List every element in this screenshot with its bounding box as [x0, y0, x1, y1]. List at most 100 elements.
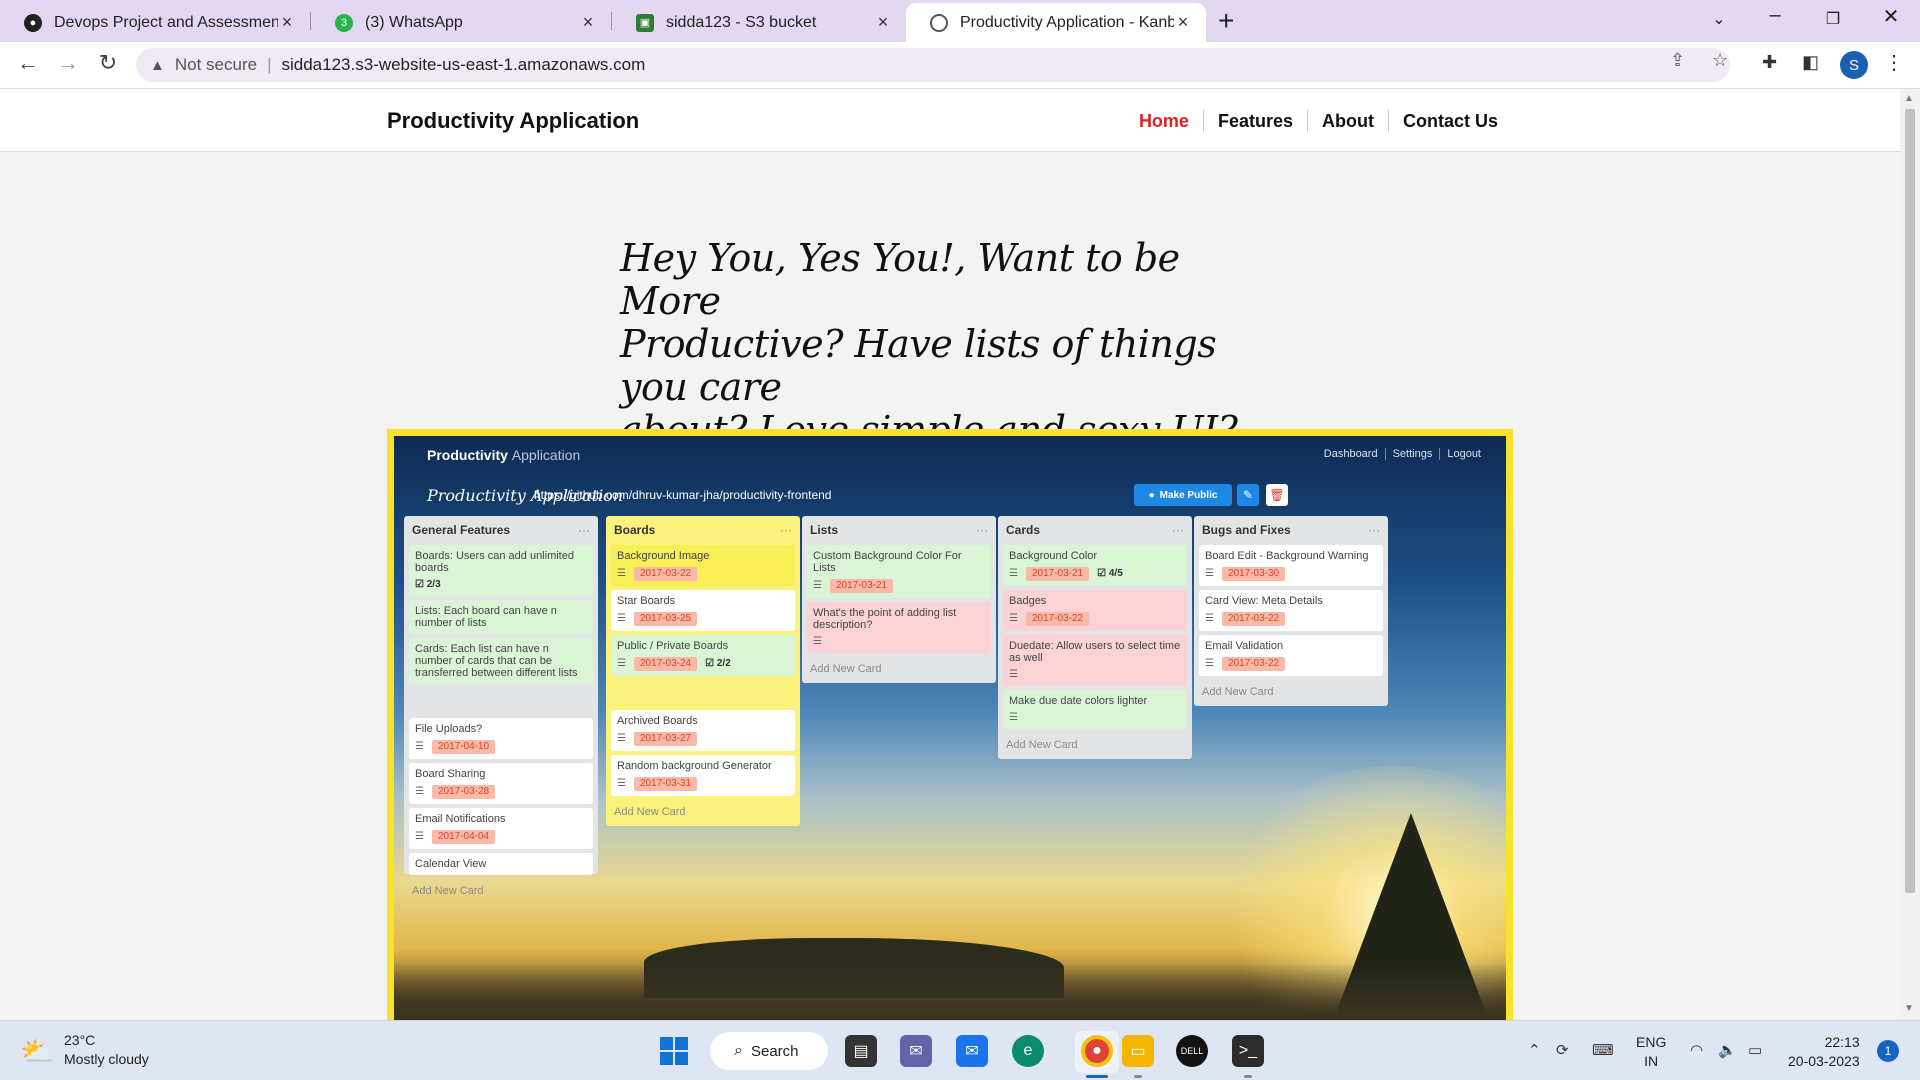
globe-icon	[930, 13, 948, 32]
tab-devops[interactable]: ● Devops Project and Assessment ×	[0, 3, 310, 42]
keyboard-icon[interactable]: ⌨	[1592, 1041, 1614, 1059]
clock-time: 22:13	[1824, 1034, 1860, 1050]
tab-whatsapp[interactable]: 3 (3) WhatsApp ×	[311, 3, 611, 42]
new-tab-button[interactable]: +	[1218, 5, 1234, 37]
security-label[interactable]: Not secure	[175, 55, 257, 75]
site-header: Productivity Application Home Features A…	[0, 89, 1900, 152]
kanban-card: Cards: Each list can have n number of ca…	[409, 638, 593, 684]
kanban-card: Archived Boards ☰ 2017-03-27	[611, 710, 795, 751]
wifi-icon[interactable]: ◠	[1690, 1041, 1703, 1059]
page-scrollbar[interactable]: ▲ ▼	[1900, 89, 1920, 1020]
card-text: Card View: Meta Details	[1205, 595, 1323, 607]
edge-browser-icon[interactable]: e	[1012, 1035, 1044, 1067]
weather-widget[interactable]: 23°C Mostly cloudy	[64, 1031, 149, 1069]
description-icon: ☰	[617, 778, 626, 789]
card-due-date: 2017-03-28	[431, 785, 496, 799]
scroll-up-arrow-icon[interactable]: ▲	[1904, 93, 1914, 104]
show-hidden-icons-chevron-icon[interactable]: ⌃	[1528, 1041, 1541, 1059]
volume-icon[interactable]: 🔈	[1718, 1041, 1737, 1059]
kanban-card: Random background Generator ☰ 2017-03-31	[611, 755, 795, 796]
nav-contact-us[interactable]: Contact Us	[1387, 110, 1512, 132]
restore-button[interactable]: ❐	[1810, 9, 1856, 29]
mail-icon[interactable]: ✉	[956, 1035, 988, 1067]
terminal-icon[interactable]: >_	[1232, 1035, 1264, 1067]
nav-about[interactable]: About	[1307, 110, 1388, 132]
teams-chat-icon[interactable]: ✉	[900, 1035, 932, 1067]
tab-productivity[interactable]: Productivity Application - Kanban ×	[906, 3, 1206, 42]
battery-icon[interactable]: ▭	[1748, 1041, 1762, 1059]
add-new-card-link: Add New Card	[412, 885, 484, 897]
language-indicator[interactable]: ENG IN	[1636, 1033, 1666, 1071]
list-header: Cards ···	[998, 516, 1192, 541]
nav-features[interactable]: Features	[1202, 110, 1307, 132]
forward-button[interactable]: →	[52, 50, 84, 76]
system-clock[interactable]: 22:13 20-03-2023	[1788, 1033, 1860, 1071]
scroll-down-arrow-icon[interactable]: ▼	[1904, 1003, 1914, 1014]
description-icon: ☰	[617, 733, 626, 744]
share-icon[interactable]: ⇪	[1670, 50, 1685, 71]
kanban-card: What's the point of adding list descript…	[807, 602, 991, 653]
description-icon: ☰	[1009, 669, 1018, 680]
tab-s3-bucket[interactable]: ▣ sidda123 - S3 bucket ×	[612, 3, 906, 42]
tab-search-chevron-icon[interactable]: ⌄	[1696, 9, 1742, 29]
notification-badge[interactable]: 1	[1877, 1040, 1899, 1062]
card-text: Background Color	[1009, 550, 1098, 562]
card-text: Archived Boards	[617, 715, 698, 727]
chrome-browser-icon[interactable]: ●	[1081, 1035, 1113, 1067]
app-link-logout: Logout	[1439, 448, 1488, 460]
chrome-active-indicator	[1086, 1075, 1108, 1078]
s3-icon: ▣	[636, 13, 654, 32]
kanban-card: Background Image ☰ 2017-03-22	[611, 545, 795, 586]
sync-icon[interactable]: ⟳	[1556, 1041, 1569, 1059]
scrollbar-thumb[interactable]	[1905, 109, 1915, 893]
kanban-card: Board Sharing ☰ 2017-03-28	[409, 763, 593, 804]
minimize-button[interactable]: –	[1752, 4, 1798, 27]
app-link-settings: Settings	[1384, 448, 1440, 460]
start-button[interactable]	[660, 1037, 688, 1065]
close-tab-icon[interactable]: ×	[579, 12, 597, 33]
kanban-card: Boards: Users can add unlimited boards ☑ …	[409, 545, 593, 596]
tab-title: Devops Project and Assessment	[54, 13, 278, 31]
reload-button[interactable]: ↻	[92, 50, 124, 76]
card-text: Star Boards	[617, 595, 676, 607]
card-text: Duedate: Allow users to select time as w…	[1009, 640, 1181, 664]
browser-menu-icon[interactable]: ⋮	[1884, 50, 1904, 75]
kanban-card: Public / Private Boards ☰ 2017-03-24 ☑ 2/2	[611, 635, 795, 676]
card-text: Email Notifications	[415, 813, 506, 825]
weather-condition: Mostly cloudy	[64, 1051, 149, 1067]
card-checklist: 2/3	[426, 579, 441, 590]
nav-home[interactable]: Home	[1125, 110, 1203, 132]
card-due-date: 2017-03-25	[633, 612, 698, 626]
url-text[interactable]: sidda123.s3-website-us-east-1.amazonaws.…	[281, 55, 645, 75]
description-icon: ☰	[617, 658, 626, 669]
close-tab-icon[interactable]: ×	[1174, 12, 1192, 33]
warning-icon[interactable]: ▲	[150, 57, 165, 74]
back-button[interactable]: ←	[12, 50, 44, 76]
browser-tab-bar: ● Devops Project and Assessment × 3 (3) …	[0, 0, 1920, 42]
task-view-icon[interactable]: ▤	[845, 1035, 877, 1067]
card-text: File Uploads?	[415, 723, 483, 735]
address-bar[interactable]: ▲ Not secure | sidda123.s3-website-us-ea…	[136, 48, 1730, 82]
weather-cloud-icon[interactable]: ⛅	[20, 1035, 55, 1068]
close-tab-icon[interactable]: ×	[874, 12, 892, 33]
explorer-running-indicator	[1134, 1075, 1142, 1078]
kanban-card: Board Edit - Background Warning ☰ 2017-03-…	[1199, 545, 1383, 586]
extensions-puzzle-icon[interactable]: ✚	[1762, 52, 1777, 73]
dell-icon[interactable]: DELL	[1176, 1035, 1208, 1067]
profile-avatar[interactable]: S	[1840, 51, 1868, 79]
side-panel-icon[interactable]: ◧	[1802, 52, 1819, 73]
bookmark-star-icon[interactable]: ☆	[1712, 50, 1728, 71]
description-icon: ☰	[415, 786, 424, 797]
close-window-button[interactable]: ✕	[1868, 4, 1914, 29]
taskbar-search[interactable]: ⌕ Search	[710, 1032, 828, 1070]
list-menu-icon: ···	[780, 523, 792, 537]
card-text: Custom Background Color For Lists	[813, 550, 962, 574]
close-tab-icon[interactable]: ×	[278, 12, 296, 33]
app-logo: Productivity Application	[427, 447, 580, 463]
card-due-date: 2017-03-24	[633, 657, 698, 671]
hero-line: Productive? Have lists of things you car…	[620, 322, 1217, 409]
card-text: Calendar View	[415, 858, 487, 870]
site-brand[interactable]: Productivity Application	[387, 108, 639, 134]
app-logo-main: Productivity	[427, 447, 508, 463]
file-explorer-icon[interactable]: ▭	[1122, 1035, 1154, 1067]
